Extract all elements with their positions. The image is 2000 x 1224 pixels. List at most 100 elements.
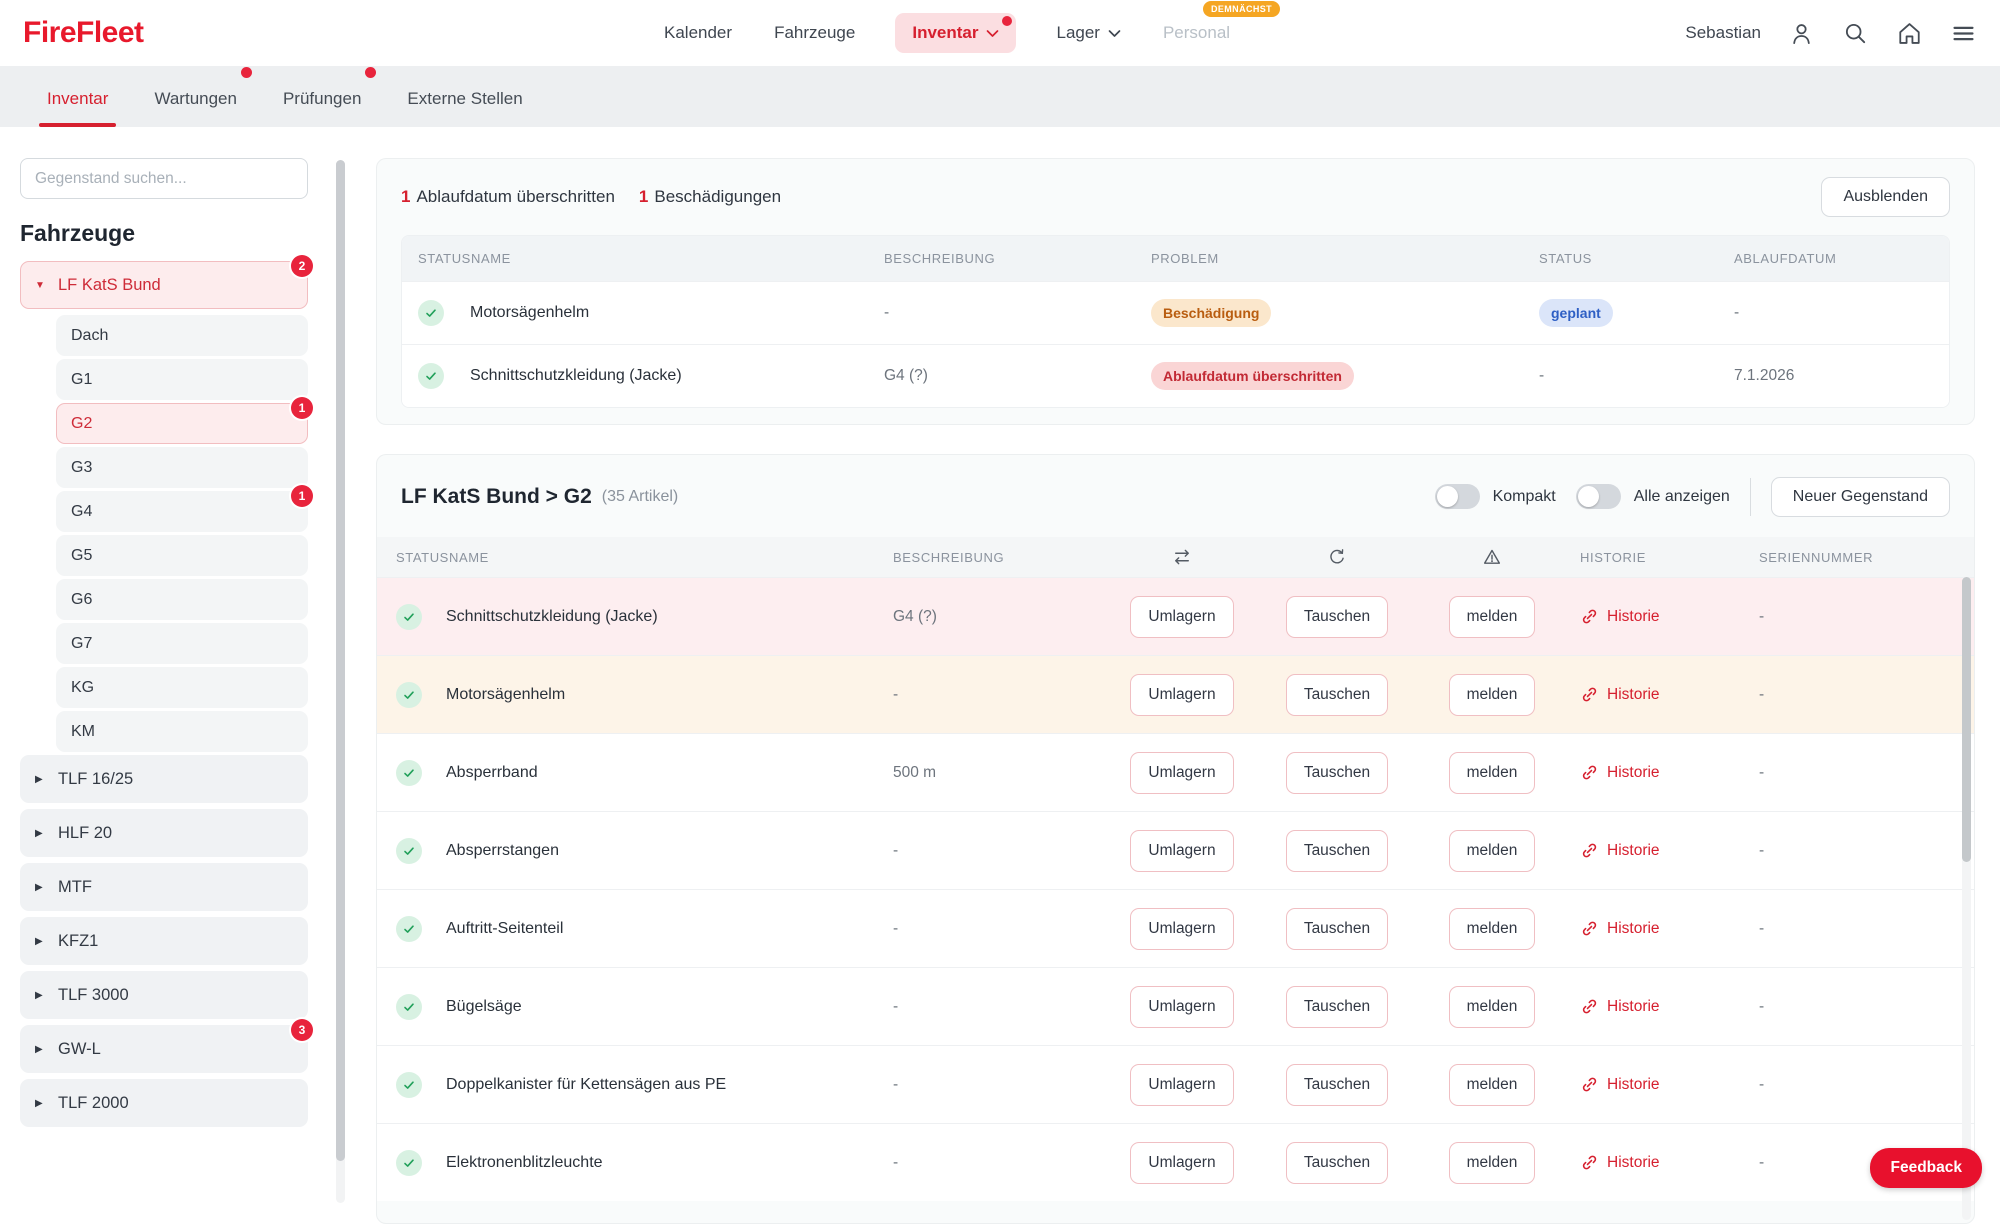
umlagern-button[interactable]: Umlagern xyxy=(1130,752,1233,794)
sidebar-item-km[interactable]: KM xyxy=(56,711,308,752)
column-header-historie: HISTORIE xyxy=(1567,550,1742,565)
item-description: - xyxy=(873,1076,1107,1094)
sidebar-item-lf-kats-bund[interactable]: ▼LF KatS Bund2 xyxy=(20,261,308,309)
item-description: - xyxy=(873,998,1107,1016)
tab-prüfungen[interactable]: Prüfungen xyxy=(283,89,361,127)
hide-alerts-button[interactable]: Ausblenden xyxy=(1821,177,1950,217)
melden-button[interactable]: melden xyxy=(1449,1142,1536,1184)
expiry-date: - xyxy=(1734,304,1949,322)
sidebar-item-tlf-3000[interactable]: ▶TLF 3000 xyxy=(20,971,308,1019)
item-name: Absperrband xyxy=(446,764,538,782)
inventory-row: Motorsägenhelm-UmlagernTauschenmeldenHis… xyxy=(377,655,1974,733)
tauschen-button[interactable]: Tauschen xyxy=(1286,986,1388,1028)
sidebar-item-label: G3 xyxy=(71,459,92,477)
notification-dot xyxy=(365,67,376,78)
toggle-knob xyxy=(1578,486,1599,507)
alert-summary-item: 1Beschädigungen xyxy=(639,187,781,207)
umlagern-button[interactable]: Umlagern xyxy=(1130,596,1233,638)
item-name: Doppelkanister für Kettensägen aus PE xyxy=(446,1076,726,1094)
sidebar-item-g4[interactable]: G41 xyxy=(56,491,308,532)
sidebar-item-tlf-2000[interactable]: ▶TLF 2000 xyxy=(20,1079,308,1127)
melden-button[interactable]: melden xyxy=(1449,1064,1536,1106)
sidebar-item-gw-l[interactable]: ▶GW-L3 xyxy=(20,1025,308,1073)
inventory-row: Bügelsäge-UmlagernTauschenmeldenHistorie… xyxy=(377,967,1974,1045)
toggle-alle-anzeigen[interactable]: Alle anzeigen xyxy=(1576,484,1730,509)
sidebar-item-g7[interactable]: G7 xyxy=(56,623,308,664)
history-link[interactable]: Historie xyxy=(1567,1153,1742,1172)
tauschen-button[interactable]: Tauschen xyxy=(1286,1142,1388,1184)
history-link-label: Historie xyxy=(1607,920,1660,938)
tauschen-button[interactable]: Tauschen xyxy=(1286,752,1388,794)
status-cell: - xyxy=(1539,367,1734,385)
toggle-switch[interactable] xyxy=(1435,484,1480,509)
search-input[interactable] xyxy=(20,158,308,199)
tab-wartungen[interactable]: Wartungen xyxy=(154,89,237,127)
sidebar-item-tlf-16-25[interactable]: ▶TLF 16/25 xyxy=(20,755,308,803)
sidebar-item-dach[interactable]: Dach xyxy=(56,315,308,356)
link-icon xyxy=(1580,1153,1599,1172)
toggle-switch[interactable] xyxy=(1576,484,1621,509)
status-ok-icon xyxy=(396,682,422,708)
history-link[interactable]: Historie xyxy=(1567,763,1742,782)
sidebar-item-g6[interactable]: G6 xyxy=(56,579,308,620)
item-name-cell: Absperrband xyxy=(377,760,873,786)
umlagern-button[interactable]: Umlagern xyxy=(1130,908,1233,950)
sidebar-item-g5[interactable]: G5 xyxy=(56,535,308,576)
column-header-beschreibung: BESCHREIBUNG xyxy=(873,550,1107,565)
melden-button[interactable]: melden xyxy=(1449,908,1536,950)
umlagern-button[interactable]: Umlagern xyxy=(1130,830,1233,872)
history-link[interactable]: Historie xyxy=(1567,919,1742,938)
nav-item-fahrzeuge[interactable]: Fahrzeuge xyxy=(772,13,857,53)
sidebar-item-label: TLF 2000 xyxy=(58,1094,129,1113)
tab-externe-stellen[interactable]: Externe Stellen xyxy=(407,89,522,127)
umlagern-button[interactable]: Umlagern xyxy=(1130,986,1233,1028)
melden-button[interactable]: melden xyxy=(1449,830,1536,872)
tauschen-button[interactable]: Tauschen xyxy=(1286,1064,1388,1106)
history-link[interactable]: Historie xyxy=(1567,997,1742,1016)
chevron-down-icon xyxy=(1108,29,1121,38)
history-link[interactable]: Historie xyxy=(1567,607,1742,626)
feedback-button[interactable]: Feedback xyxy=(1870,1148,1982,1188)
chevron-right-icon: ▶ xyxy=(35,990,47,1001)
inventory-row: Elektronenblitzleuchte-UmlagernTauschenm… xyxy=(377,1123,1974,1201)
sidebar-item-g3[interactable]: G3 xyxy=(56,447,308,488)
new-item-button[interactable]: Neuer Gegenstand xyxy=(1771,477,1950,517)
tab-inventar[interactable]: Inventar xyxy=(47,89,108,127)
sidebar-item-kg[interactable]: KG xyxy=(56,667,308,708)
sidebar-scrollbar-thumb[interactable] xyxy=(336,160,345,1161)
user-icon[interactable] xyxy=(1788,20,1815,47)
history-link[interactable]: Historie xyxy=(1567,841,1742,860)
melden-button[interactable]: melden xyxy=(1449,674,1536,716)
sidebar-item-g2[interactable]: G21 xyxy=(56,403,308,444)
inventory-scrollbar-thumb[interactable] xyxy=(1962,577,1971,862)
nav-item-inventar[interactable]: Inventar xyxy=(895,13,1016,53)
melden-button[interactable]: melden xyxy=(1449,986,1536,1028)
tauschen-button[interactable]: Tauschen xyxy=(1286,830,1388,872)
column-header-beschreibung: BESCHREIBUNG xyxy=(884,251,1151,266)
nav-item-lager[interactable]: Lager xyxy=(1054,13,1122,53)
sidebar-item-hlf-20[interactable]: ▶HLF 20 xyxy=(20,809,308,857)
nav-item-kalender[interactable]: Kalender xyxy=(662,13,734,53)
tauschen-button[interactable]: Tauschen xyxy=(1286,908,1388,950)
tauschen-button[interactable]: Tauschen xyxy=(1286,596,1388,638)
history-link-label: Historie xyxy=(1607,842,1660,860)
history-link[interactable]: Historie xyxy=(1567,685,1742,704)
sidebar-item-mtf[interactable]: ▶MTF xyxy=(20,863,308,911)
history-link-label: Historie xyxy=(1607,1076,1660,1094)
serial-number: - xyxy=(1742,998,1974,1016)
melden-button[interactable]: melden xyxy=(1449,752,1536,794)
toggle-kompakt[interactable]: Kompakt xyxy=(1435,484,1556,509)
home-icon[interactable] xyxy=(1896,20,1923,47)
main-nav: KalenderFahrzeugeInventarLagerPersonalDE… xyxy=(662,0,1232,66)
tauschen-button[interactable]: Tauschen xyxy=(1286,674,1388,716)
umlagern-button[interactable]: Umlagern xyxy=(1130,1142,1233,1184)
sidebar-item-g1[interactable]: G1 xyxy=(56,359,308,400)
item-name-cell: Absperrstangen xyxy=(377,838,873,864)
umlagern-button[interactable]: Umlagern xyxy=(1130,674,1233,716)
search-icon[interactable] xyxy=(1842,20,1869,47)
umlagern-button[interactable]: Umlagern xyxy=(1130,1064,1233,1106)
menu-icon[interactable] xyxy=(1950,20,1977,47)
sidebar-item-kfz1[interactable]: ▶KFZ1 xyxy=(20,917,308,965)
melden-button[interactable]: melden xyxy=(1449,596,1536,638)
history-link[interactable]: Historie xyxy=(1567,1075,1742,1094)
